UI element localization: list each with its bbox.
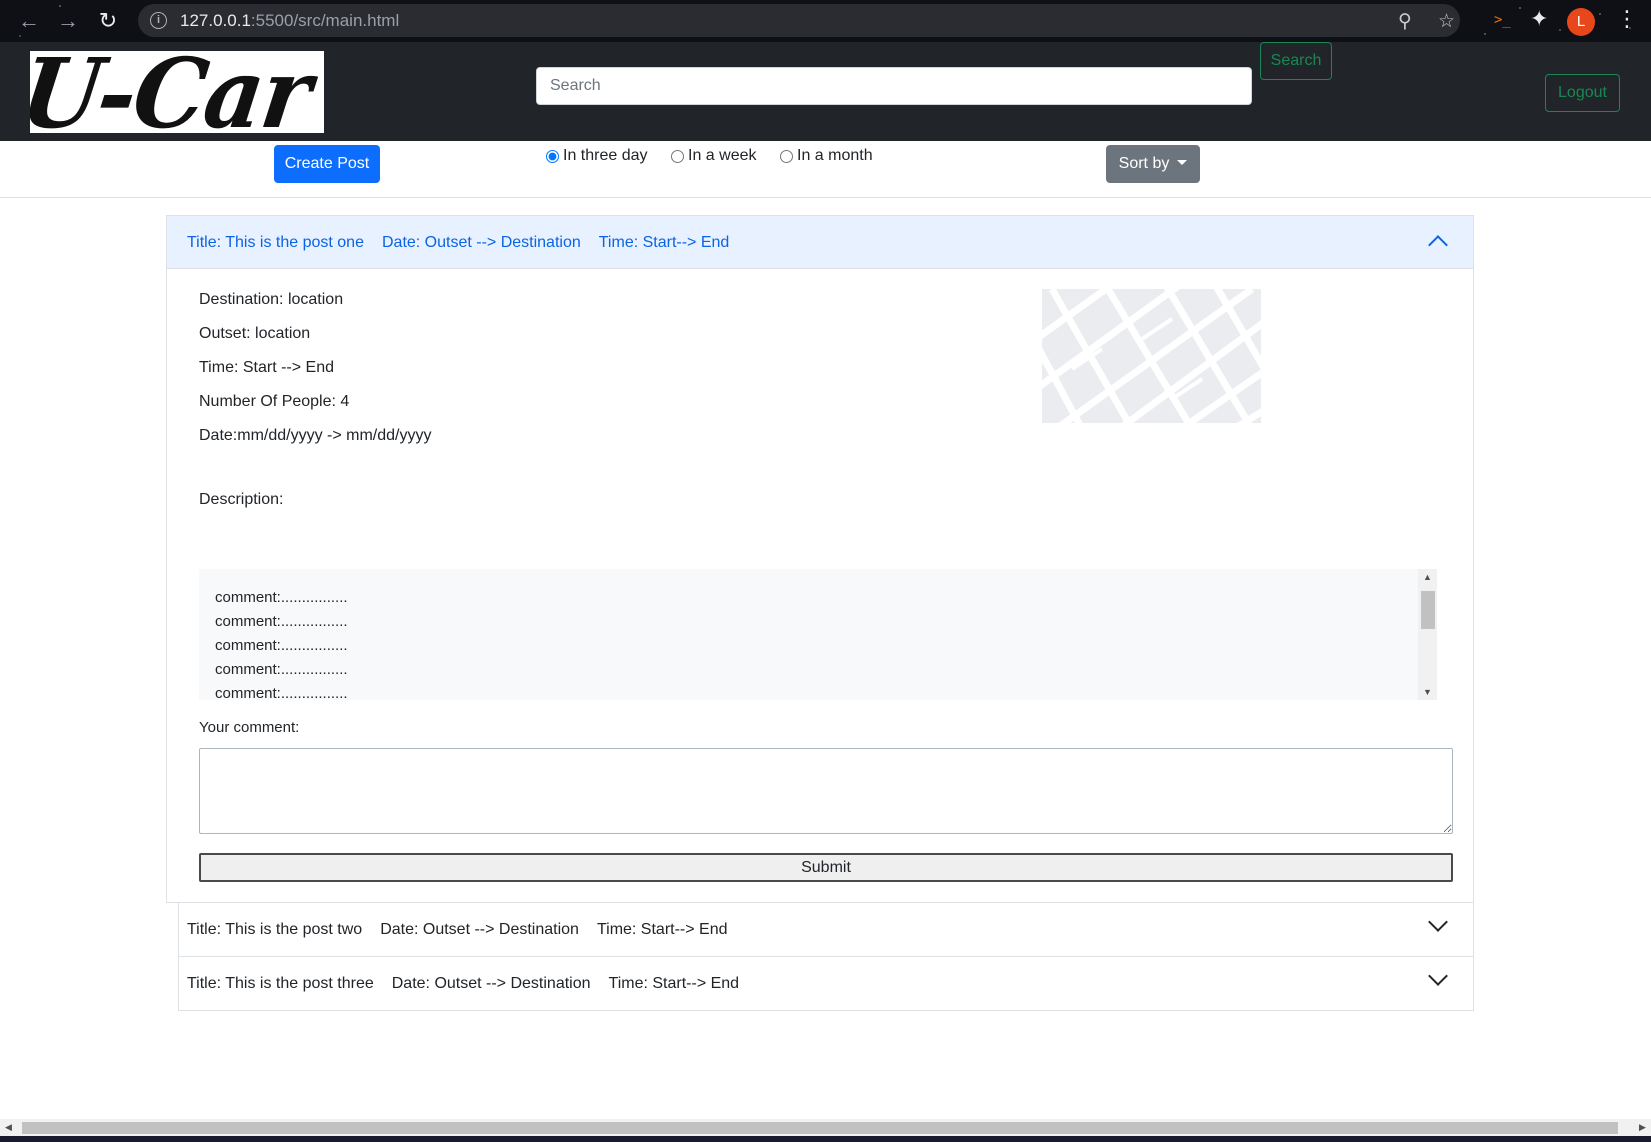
post-title: Title: This is the post two <box>187 920 363 938</box>
site-navbar: U-Car Search Logout <box>0 42 1651 141</box>
radio-label: In a month <box>797 147 873 164</box>
post-header[interactable]: Title: This is the post two Date: Outset… <box>179 903 1473 956</box>
scroll-down-arrow-icon[interactable]: ▼ <box>1418 684 1437 700</box>
post-time: Time: Start--> End <box>596 920 728 938</box>
chevron-down-icon <box>1428 966 1448 986</box>
post-title: Title: This is the post one <box>187 233 364 251</box>
sort-by-dropdown[interactable]: Sort by <box>1106 145 1200 183</box>
horizontal-scrollbar-thumb[interactable] <box>22 1122 1618 1134</box>
address-bar[interactable]: i 127.0.0.1:5500/src/main.html ⚲ ☆ <box>138 4 1460 37</box>
scroll-right-arrow-icon[interactable]: ▶ <box>1634 1119 1651 1136</box>
site-info-icon[interactable]: i <box>150 12 167 29</box>
radio-in-a-week[interactable]: In a week <box>671 147 756 165</box>
back-arrow-icon[interactable]: ← <box>16 8 42 34</box>
radio-input-month[interactable] <box>780 149 793 163</box>
time-text: Time: Start --> End <box>199 359 334 376</box>
browser-toolbar: ← → ↻ i 127.0.0.1:5500/src/main.html ⚲ ☆… <box>0 0 1651 42</box>
comment-item: comment:................ <box>215 613 348 630</box>
radio-in-a-month[interactable]: In a month <box>780 147 873 165</box>
post-date: Date: Outset --> Destination <box>381 233 581 251</box>
radio-label: In three day <box>563 147 648 164</box>
chevron-down-icon <box>1428 912 1448 932</box>
terminal-extension-icon[interactable]: >_ <box>1494 12 1511 28</box>
destination-text: Destination: location <box>199 291 344 308</box>
posts-accordion: Title: This is the post one Date: Outset… <box>166 215 1474 1011</box>
logo-text: U-Car <box>30 51 317 133</box>
ucar-logo[interactable]: U-Car <box>30 51 324 133</box>
post-item: Title: This is the post one Date: Outset… <box>166 215 1474 903</box>
comment-item: comment:................ <box>215 637 348 654</box>
post-date: Date: Outset --> Destination <box>380 920 579 938</box>
reload-icon[interactable]: ↻ <box>95 8 121 34</box>
sort-by-label: Sort by <box>1118 155 1170 172</box>
create-post-button[interactable]: Create Post <box>274 145 380 183</box>
url-text[interactable]: 127.0.0.1:5500/src/main.html <box>180 11 399 31</box>
search-button[interactable]: Search <box>1260 42 1332 80</box>
comments-list[interactable]: comment:................ comment:.......… <box>199 569 1437 700</box>
radio-input-week[interactable] <box>671 149 684 163</box>
post-header[interactable]: Title: This is the post one Date: Outset… <box>167 216 1473 269</box>
radio-label: In a week <box>688 147 757 164</box>
post-item: Title: This is the post two Date: Outset… <box>178 903 1474 957</box>
chevron-up-icon <box>1428 235 1448 255</box>
outset-text: Outset: location <box>199 325 311 342</box>
post-title: Title: This is the post three <box>187 974 374 992</box>
post-time: Time: Start--> End <box>608 974 740 992</box>
radio-in-three-day[interactable]: In three day <box>546 147 648 165</box>
filter-bar: Create Post In three day In a week In a … <box>0 141 1651 198</box>
your-comment-label: Your comment: <box>199 719 300 736</box>
zoom-icon[interactable]: ⚲ <box>1398 10 1412 33</box>
post-time: Time: Start--> End <box>598 233 730 251</box>
forward-arrow-icon[interactable]: → <box>55 8 81 34</box>
post-body: Destination: location Outset: location T… <box>167 269 1473 902</box>
page-horizontal-scrollbar[interactable]: ◀ ▶ <box>0 1119 1651 1136</box>
people-text: Number Of People: 4 <box>199 393 350 410</box>
scroll-left-arrow-icon[interactable]: ◀ <box>0 1119 17 1136</box>
comment-item: comment:................ <box>215 685 348 700</box>
profile-avatar[interactable]: L <box>1567 8 1595 36</box>
browser-menu-icon[interactable]: ⋮ <box>1616 6 1638 32</box>
route-map-image <box>1042 289 1261 423</box>
search-input[interactable] <box>536 67 1252 105</box>
comment-textarea[interactable] <box>199 748 1453 834</box>
comments-scrollbar[interactable]: ▲ ▼ <box>1418 569 1437 700</box>
date-text: Date:mm/dd/yyyy -> mm/dd/yyyy <box>199 427 432 444</box>
scroll-up-arrow-icon[interactable]: ▲ <box>1418 569 1437 585</box>
submit-button[interactable]: Submit <box>199 853 1453 882</box>
comment-item: comment:................ <box>215 661 348 678</box>
desktop-background-strip <box>0 1136 1651 1142</box>
post-item: Title: This is the post three Date: Outs… <box>178 957 1474 1011</box>
post-date: Date: Outset --> Destination <box>391 974 591 992</box>
bookmark-star-icon[interactable]: ☆ <box>1438 10 1455 33</box>
post-header[interactable]: Title: This is the post three Date: Outs… <box>179 957 1473 1010</box>
extensions-puzzle-icon[interactable]: ✦ <box>1530 6 1548 32</box>
description-label: Description: <box>199 491 284 508</box>
radio-input-three-day[interactable] <box>546 149 559 163</box>
comment-item: comment:................ <box>215 589 348 606</box>
logout-button[interactable]: Logout <box>1545 74 1620 112</box>
scrollbar-thumb[interactable] <box>1421 591 1435 629</box>
caret-down-icon <box>1177 160 1188 165</box>
